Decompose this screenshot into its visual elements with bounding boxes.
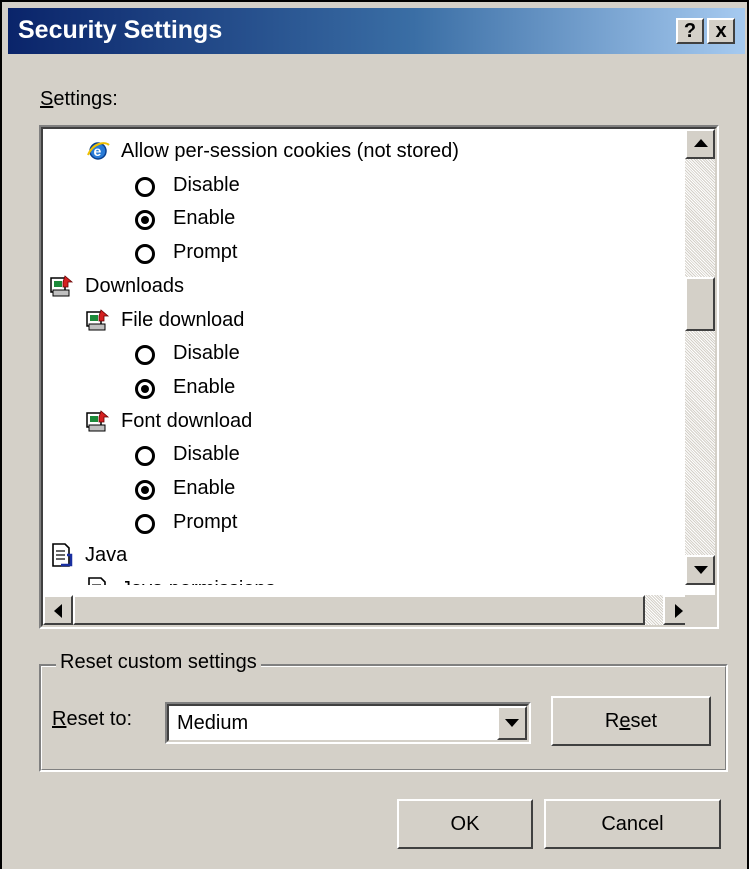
- radio-button[interactable]: [135, 378, 155, 399]
- downloads-icon: [49, 274, 75, 298]
- arrow-down-icon: [694, 566, 708, 574]
- reset-level-dropdown[interactable]: Medium: [165, 702, 531, 744]
- security-settings-dialog: Security Settings ? x Settings: e Allow p…: [0, 0, 749, 869]
- scroll-down-button[interactable]: [685, 555, 715, 585]
- document-icon: [49, 543, 75, 568]
- reset-group-label: Reset custom settings: [56, 651, 261, 674]
- settings-list[interactable]: e Allow per-session cookies (not stored) D…: [39, 125, 719, 629]
- settings-label: Settings:: [40, 88, 118, 110]
- settings-tree: e Allow per-session cookies (not stored) D…: [43, 129, 693, 585]
- item-label: Allow per-session cookies (not stored): [121, 140, 459, 162]
- ok-button[interactable]: OK: [397, 799, 533, 849]
- title-bar: Security Settings ? x: [8, 8, 745, 54]
- item-label: Prompt: [173, 510, 238, 533]
- cancel-button[interactable]: Cancel: [544, 799, 721, 849]
- document-icon: [85, 577, 111, 585]
- window-title: Security Settings: [18, 16, 223, 44]
- item-label: Java permissions: [121, 573, 276, 585]
- ie-icon: e: [85, 139, 111, 163]
- arrow-right-icon: [675, 604, 683, 618]
- item-label: Disable: [173, 173, 240, 196]
- downloads-icon: [85, 409, 111, 433]
- scroll-left-button[interactable]: [43, 595, 73, 625]
- item-label: Enable: [173, 375, 236, 398]
- scrollbar-corner: [685, 595, 715, 625]
- item-label: Font download: [121, 409, 253, 432]
- horizontal-scroll-thumb[interactable]: [73, 595, 645, 625]
- vertical-scrollbar[interactable]: [685, 129, 715, 585]
- horizontal-scrollbar[interactable]: [43, 595, 693, 625]
- item-label: Downloads: [85, 274, 184, 297]
- dropdown-button[interactable]: [497, 706, 527, 740]
- item-label: Enable: [173, 207, 236, 230]
- radio-button[interactable]: [135, 480, 155, 500]
- chevron-down-icon: [505, 719, 519, 727]
- reset-button[interactable]: Reset: [551, 696, 711, 746]
- arrow-left-icon: [54, 604, 62, 618]
- radio-button[interactable]: [135, 345, 155, 366]
- downloads-icon: [85, 308, 111, 332]
- radio-button[interactable]: [135, 446, 155, 467]
- item-label: File download: [121, 308, 245, 331]
- radio-button[interactable]: [135, 244, 155, 265]
- help-button[interactable]: ?: [676, 18, 704, 44]
- close-button[interactable]: x: [707, 18, 735, 44]
- radio-button[interactable]: [135, 210, 155, 231]
- reset-to-label: Reset to:: [52, 708, 133, 730]
- vertical-scroll-thumb[interactable]: [685, 277, 715, 331]
- arrow-up-icon: [694, 139, 708, 147]
- scroll-up-button[interactable]: [685, 129, 715, 159]
- item-label: Java: [85, 544, 128, 567]
- item-label: Disable: [173, 342, 240, 365]
- item-label: Prompt: [173, 241, 238, 264]
- radio-button[interactable]: [135, 176, 155, 197]
- item-label: Disable: [173, 443, 240, 466]
- radio-button[interactable]: [135, 513, 155, 534]
- reset-level-value: Medium: [177, 712, 249, 734]
- item-label: Enable: [173, 477, 236, 499]
